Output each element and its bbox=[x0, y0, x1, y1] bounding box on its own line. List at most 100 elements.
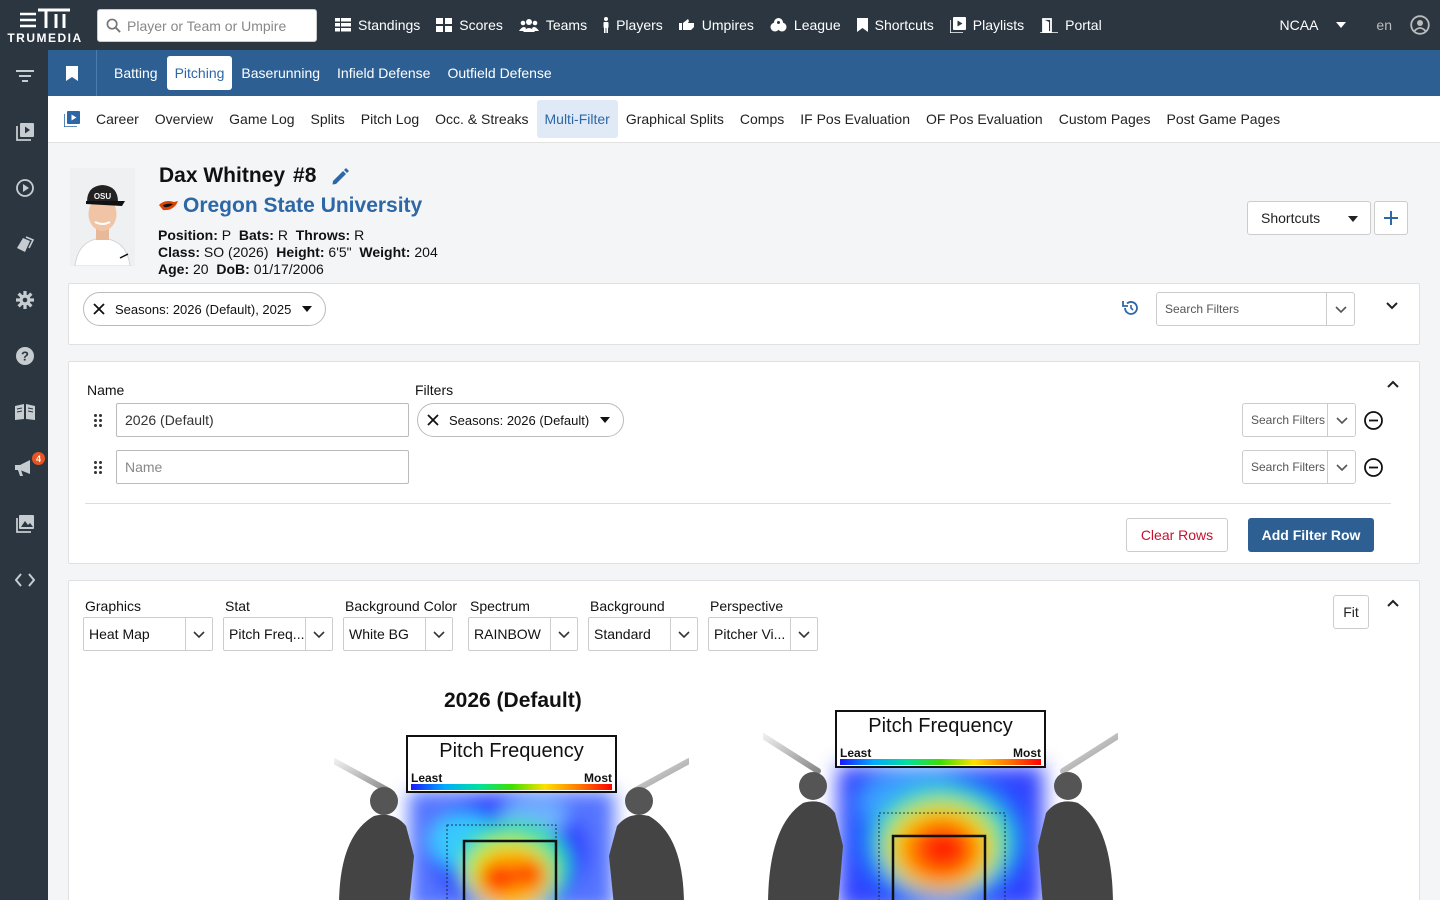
portal-icon bbox=[1040, 18, 1059, 33]
row-filter-chip[interactable]: Seasons: 2026 (Default) bbox=[417, 403, 624, 437]
nav-playlists[interactable]: Playlists bbox=[949, 17, 1024, 33]
reset-history-icon[interactable] bbox=[1122, 299, 1140, 317]
help-icon[interactable]: ? bbox=[14, 345, 36, 367]
subnav-career[interactable]: Career bbox=[88, 100, 147, 138]
row-search-filters[interactable]: Search Filters bbox=[1242, 450, 1356, 484]
user-account-icon[interactable] bbox=[1410, 15, 1430, 35]
nav-umpires[interactable]: Umpires bbox=[678, 17, 754, 33]
notification-badge: 4 bbox=[32, 452, 45, 465]
spectrum-select[interactable]: RAINBOW bbox=[468, 617, 578, 651]
position-label: Position: bbox=[158, 227, 218, 243]
add-filter-row-button[interactable]: Add Filter Row bbox=[1248, 518, 1374, 552]
player-name: Dax Whitney bbox=[159, 164, 286, 187]
subnav-graphical-splits[interactable]: Graphical Splits bbox=[618, 100, 732, 138]
season-filter-chip[interactable]: Seasons: 2026 (Default), 2025 bbox=[83, 292, 326, 326]
remove-row-icon[interactable] bbox=[1364, 458, 1383, 477]
expand-chevron-icon[interactable] bbox=[1386, 302, 1398, 310]
subnav-multi-filter[interactable]: Multi-Filter bbox=[536, 100, 618, 138]
player-header: OSU Dax Whitney #8 Oregon State Universi… bbox=[48, 143, 1440, 281]
add-shortcut-button[interactable] bbox=[1374, 201, 1408, 235]
book-icon[interactable] bbox=[14, 401, 36, 423]
drag-handle-icon[interactable] bbox=[94, 414, 102, 427]
remove-icon[interactable] bbox=[427, 414, 439, 426]
tab-pitching[interactable]: Pitching bbox=[166, 56, 233, 90]
subnav-of-pos-evaluation[interactable]: OF Pos Evaluation bbox=[918, 100, 1051, 138]
global-search[interactable] bbox=[97, 9, 317, 42]
remove-row-icon[interactable] bbox=[1364, 411, 1383, 430]
select-dropdown bbox=[790, 618, 817, 650]
legend-title: Pitch Frequency bbox=[868, 715, 1013, 737]
subnav-occ-streaks[interactable]: Occ. & Streaks bbox=[427, 100, 536, 138]
nav-portal[interactable]: Portal bbox=[1040, 17, 1102, 33]
perspective-select[interactable]: Pitcher Vi... bbox=[708, 617, 818, 651]
stat-select[interactable]: Pitch Freq... bbox=[223, 617, 333, 651]
subnav-post-game-pages[interactable]: Post Game Pages bbox=[1159, 100, 1289, 138]
nav-league[interactable]: League bbox=[770, 17, 841, 33]
caret-down-icon bbox=[600, 417, 611, 423]
team-name-link[interactable]: Oregon State University bbox=[183, 194, 422, 218]
image-gallery-icon[interactable] bbox=[14, 513, 36, 535]
tab-baserunning[interactable]: Baserunning bbox=[233, 56, 328, 90]
clear-rows-button[interactable]: Clear Rows bbox=[1126, 518, 1228, 552]
bookmark-button[interactable] bbox=[48, 50, 97, 96]
gear-icon[interactable] bbox=[14, 289, 36, 311]
language-selector[interactable]: en bbox=[1376, 17, 1392, 33]
subnav-if-pos-evaluation[interactable]: IF Pos Evaluation bbox=[792, 100, 918, 138]
row-name-input[interactable] bbox=[116, 450, 409, 484]
league-icon bbox=[770, 18, 787, 32]
fit-button[interactable]: Fit bbox=[1333, 595, 1369, 629]
graphics-select[interactable]: Heat Map bbox=[83, 617, 213, 651]
spectrum-label: Spectrum bbox=[470, 598, 530, 614]
video-playlist-icon[interactable] bbox=[64, 111, 80, 127]
search-filters-dropdown[interactable] bbox=[1327, 451, 1355, 483]
drag-handle-icon[interactable] bbox=[94, 461, 102, 474]
subnav-overview[interactable]: Overview bbox=[147, 100, 221, 138]
nav-teams[interactable]: Teams bbox=[518, 17, 587, 33]
graphics-label: Graphics bbox=[85, 598, 142, 614]
nav-shortcuts[interactable]: Shortcuts bbox=[856, 17, 934, 33]
search-filters-dropdown[interactable] bbox=[1327, 404, 1355, 436]
subnav-game-log[interactable]: Game Log bbox=[221, 100, 302, 138]
logo-text: TRUMEDIA bbox=[7, 30, 83, 45]
nav-standings[interactable]: Standings bbox=[335, 17, 420, 33]
bats-value: R bbox=[277, 227, 288, 243]
class-label: Class: bbox=[158, 244, 201, 260]
remove-icon[interactable] bbox=[93, 303, 105, 315]
league-selector[interactable]: NCAA bbox=[1280, 17, 1347, 33]
cards-icon[interactable] bbox=[14, 233, 36, 255]
filter-menu-icon[interactable] bbox=[14, 65, 36, 87]
tab-batting[interactable]: Batting bbox=[106, 56, 166, 90]
search-input[interactable] bbox=[127, 17, 307, 34]
nav-scores[interactable]: Scores bbox=[436, 17, 503, 33]
graphics-value: Heat Map bbox=[89, 626, 150, 642]
video-library-icon[interactable] bbox=[14, 121, 36, 143]
heatmap-legend: Pitch Frequency Least Most bbox=[406, 735, 617, 793]
season-search-filters[interactable]: Search Filters bbox=[1156, 292, 1355, 326]
subnav-splits[interactable]: Splits bbox=[303, 100, 353, 138]
search-filters-dropdown[interactable] bbox=[1326, 293, 1354, 325]
play-circle-icon[interactable] bbox=[14, 177, 36, 199]
background-color-select[interactable]: White BG bbox=[343, 617, 453, 651]
shortcuts-label: Shortcuts bbox=[1261, 210, 1321, 226]
subnav-comps[interactable]: Comps bbox=[732, 100, 792, 138]
nav-players[interactable]: Players bbox=[603, 17, 663, 33]
background-color-value: White BG bbox=[349, 626, 409, 642]
tab-outfield-defense[interactable]: Outfield Defense bbox=[439, 56, 559, 90]
thumbs-down-icon bbox=[678, 19, 694, 30]
graphics-card: Graphics Heat Map Stat Pitch Freq... Bac… bbox=[68, 580, 1420, 900]
grid-icon bbox=[436, 18, 453, 32]
subnav-pitch-log[interactable]: Pitch Log bbox=[353, 100, 427, 138]
code-icon[interactable] bbox=[14, 569, 36, 591]
edit-pencil-icon[interactable] bbox=[332, 167, 350, 185]
stat-value: Pitch Freq... bbox=[229, 626, 305, 642]
collapse-chevron-icon[interactable] bbox=[1387, 599, 1399, 607]
row-search-filters[interactable]: Search Filters bbox=[1242, 403, 1356, 437]
subnav-custom-pages[interactable]: Custom Pages bbox=[1051, 100, 1159, 138]
shortcuts-dropdown[interactable]: Shortcuts bbox=[1247, 201, 1371, 235]
background-select[interactable]: Standard bbox=[588, 617, 698, 651]
collapse-chevron-icon[interactable] bbox=[1387, 380, 1399, 388]
trumedia-logo[interactable]: TRUMEDIA bbox=[0, 0, 90, 50]
season-filter-label: Seasons: 2026 (Default), 2025 bbox=[115, 301, 292, 317]
row-name-input[interactable] bbox=[116, 403, 409, 437]
tab-infield-defense[interactable]: Infield Defense bbox=[329, 56, 438, 90]
